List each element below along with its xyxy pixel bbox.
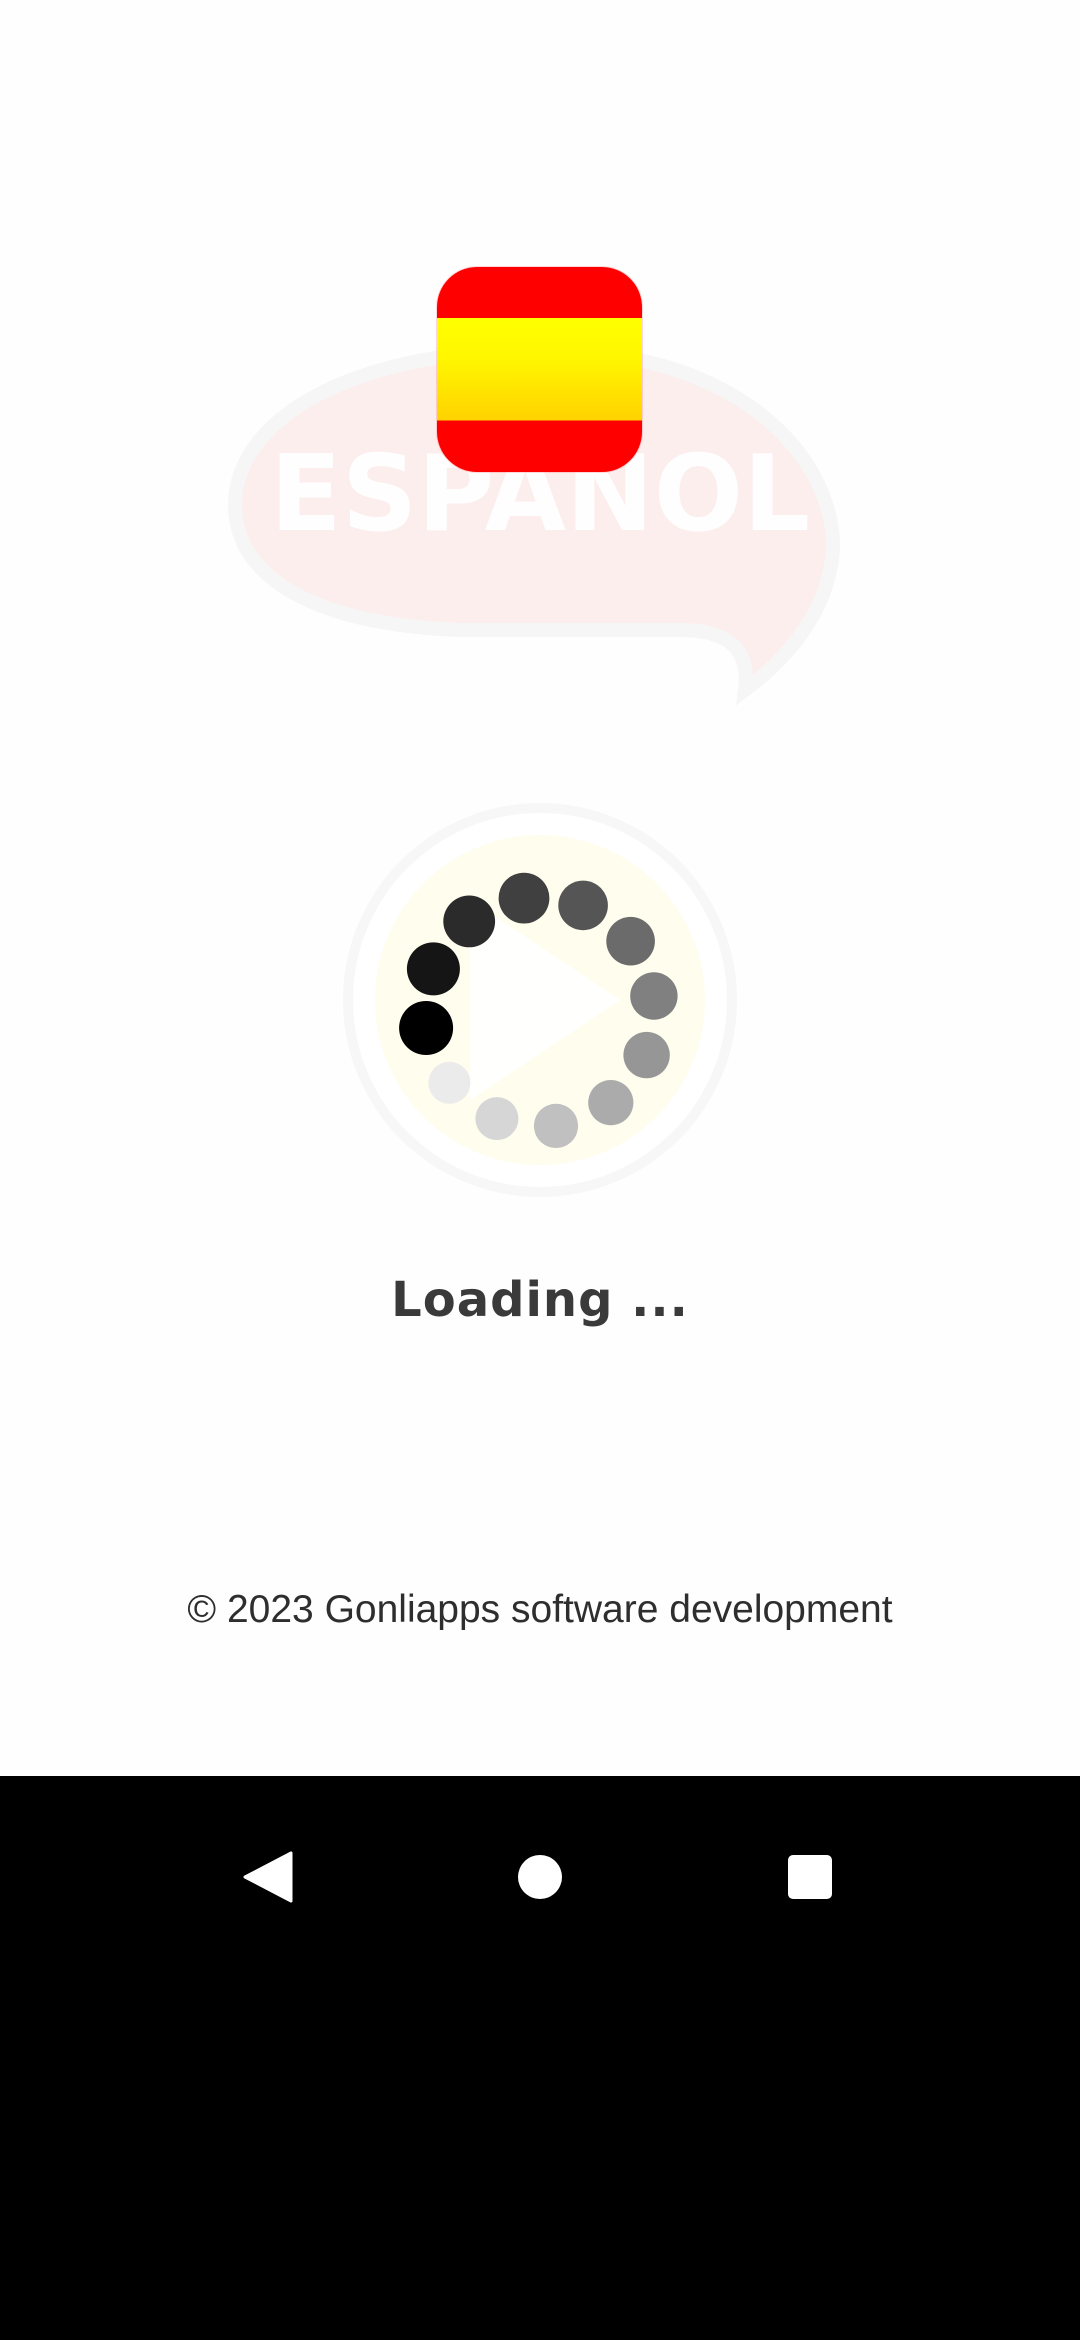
spinner-dot xyxy=(475,1097,519,1141)
home-circle-icon xyxy=(518,1855,562,1899)
loading-label: Loading ... xyxy=(391,1272,689,1328)
spain-flag-icon xyxy=(437,267,642,472)
recents-button[interactable] xyxy=(755,1822,865,1932)
spinner-dot xyxy=(428,1061,471,1104)
spinner-dot xyxy=(443,895,496,948)
copyright-text: © 2023 Gonliapps software development xyxy=(187,1588,893,1631)
system-navigation-bar xyxy=(0,1776,1080,2340)
spinner-dot xyxy=(406,942,460,996)
home-button[interactable] xyxy=(485,1822,595,1932)
spinner-dot xyxy=(533,1103,579,1148)
loading-spinner xyxy=(290,750,790,1250)
spinner-dot xyxy=(606,916,655,966)
splash-screen: ESPAÑOL Loading ... © 2023 Gonliapps sof… xyxy=(0,0,1080,1776)
back-triangle-icon xyxy=(243,1851,293,1903)
spinner-dot xyxy=(498,872,550,924)
spinner-dot xyxy=(558,880,608,931)
spinner-dot xyxy=(399,1001,454,1055)
recents-square-icon xyxy=(788,1855,832,1899)
back-button[interactable] xyxy=(213,1822,323,1932)
spinner-dot xyxy=(623,1031,670,1079)
spinner-dot xyxy=(588,1080,634,1126)
spinner-dot xyxy=(630,972,678,1020)
